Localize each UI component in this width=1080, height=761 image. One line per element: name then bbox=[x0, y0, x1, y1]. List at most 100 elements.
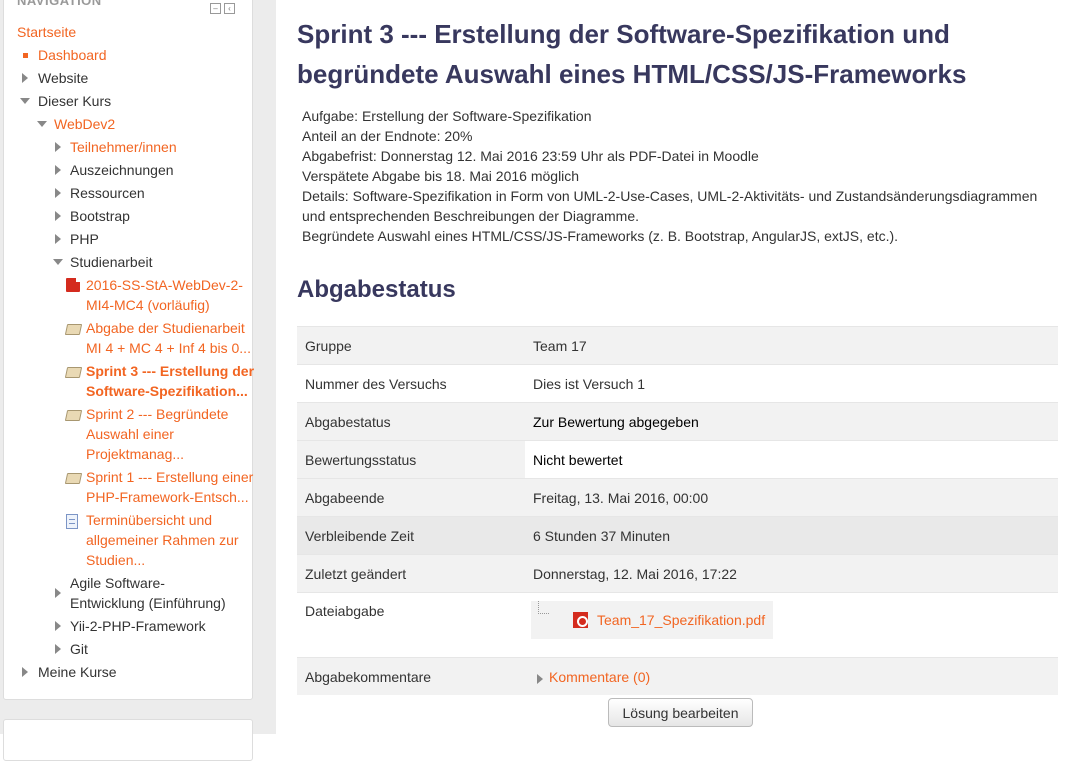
nav-sprint-2-line1: Sprint 2 --- Begründete bbox=[86, 406, 229, 422]
nav-studienarbeit[interactable]: Studienarbeit bbox=[70, 252, 153, 272]
expand-arrow-icon[interactable] bbox=[55, 211, 61, 221]
nav-sprint-1[interactable]: Sprint 1 --- Erstellung einer PHP-Framew… bbox=[86, 467, 253, 507]
edit-submission-button[interactable]: Lösung bearbeiten bbox=[608, 698, 753, 727]
expand-arrow-icon[interactable] bbox=[22, 667, 28, 677]
row-value: Team_17_Spezifikation.pdf bbox=[525, 592, 1058, 658]
navigation-header: NAVIGATION bbox=[17, 0, 102, 8]
nav-agile-software-line2: Entwicklung (Einführung) bbox=[70, 595, 226, 611]
collapse-icon[interactable]: ‹ bbox=[224, 3, 235, 14]
table-row: Zuletzt geändert Donnerstag, 12. Mai 201… bbox=[297, 554, 1058, 593]
comments-link[interactable]: Kommentare (0) bbox=[549, 669, 650, 685]
row-label: Verbleibende Zeit bbox=[297, 516, 525, 555]
expand-arrow-icon[interactable] bbox=[22, 73, 28, 83]
tree-connector bbox=[538, 601, 549, 614]
nav-sprint-2[interactable]: Sprint 2 --- Begründete Auswahl einer Pr… bbox=[86, 404, 228, 464]
table-row: Gruppe Team 17 bbox=[297, 326, 1058, 365]
expand-arrow-icon bbox=[537, 673, 543, 684]
row-label: Nummer des Versuchs bbox=[297, 364, 525, 403]
nav-schedule-overview-line2: allgemeiner Rahmen zur bbox=[86, 532, 239, 548]
nav-sprint-3-line2: Software-Spezifikation... bbox=[86, 383, 248, 399]
nav-yii-framework[interactable]: Yii-2-PHP-Framework bbox=[70, 616, 206, 636]
collapse-arrow-icon[interactable] bbox=[53, 259, 63, 265]
table-row: Abgabekommentare Kommentare (0) bbox=[297, 657, 1058, 695]
pdf-icon bbox=[66, 278, 80, 292]
row-value: Freitag, 13. Mai 2016, 00:00 bbox=[525, 478, 1058, 517]
submission-status-heading: Abgabestatus bbox=[297, 276, 456, 303]
nav-sprint-1-line1: Sprint 1 --- Erstellung einer bbox=[86, 469, 254, 485]
intro-line: Details: Software-Spezifikation in Form … bbox=[302, 188, 1038, 204]
row-label: Abgabekommentare bbox=[297, 657, 525, 695]
nav-sprint-3[interactable]: Sprint 3 --- Erstellung der Software-Spe… bbox=[86, 361, 254, 401]
dock-icon[interactable]: – bbox=[210, 3, 221, 14]
expand-arrow-icon[interactable] bbox=[55, 621, 61, 631]
nav-schedule-overview-line3: Studien... bbox=[86, 552, 146, 568]
collapse-arrow-icon[interactable] bbox=[37, 121, 47, 127]
nav-php[interactable]: PHP bbox=[70, 229, 99, 249]
table-row: Bewertungsstatus Nicht bewertet bbox=[297, 440, 1058, 479]
nav-git[interactable]: Git bbox=[70, 639, 88, 659]
row-value: Nicht bewertet bbox=[525, 440, 1058, 479]
nav-schedule-overview[interactable]: Terminübersicht und allgemeiner Rahmen z… bbox=[86, 510, 239, 570]
nav-assignment-submission[interactable]: Abgabe der Studienarbeit MI 4 + MC 4 + I… bbox=[86, 318, 251, 358]
nav-this-course[interactable]: Dieser Kurs bbox=[38, 91, 111, 111]
row-value: Team 17 bbox=[525, 326, 1058, 365]
nav-my-courses[interactable]: Meine Kurse bbox=[38, 662, 117, 682]
nav-home[interactable]: Startseite bbox=[17, 22, 76, 42]
nav-dashboard[interactable]: Dashboard bbox=[38, 45, 107, 65]
row-label: Zuletzt geändert bbox=[297, 554, 525, 593]
expand-arrow-icon[interactable] bbox=[55, 644, 61, 654]
nav-sprint-2-line3: Projektmanag... bbox=[86, 446, 185, 462]
nav-resources[interactable]: Ressourcen bbox=[70, 183, 145, 203]
nav-course-webdev2[interactable]: WebDev2 bbox=[54, 114, 115, 134]
table-row: Abgabestatus Zur Bewertung abgegeben bbox=[297, 402, 1058, 441]
nav-website[interactable]: Website bbox=[38, 68, 88, 88]
file-submission: Team_17_Spezifikation.pdf bbox=[531, 601, 774, 639]
block-controls: – ‹ bbox=[210, 0, 238, 16]
expand-arrow-icon[interactable] bbox=[55, 588, 61, 598]
nav-sprint-2-line2: Auswahl einer bbox=[86, 426, 174, 442]
bullet-icon bbox=[23, 53, 28, 58]
nav-assignment-submission-line1: Abgabe der Studienarbeit bbox=[86, 320, 245, 336]
collapse-arrow-icon[interactable] bbox=[20, 98, 30, 104]
nav-agile-software[interactable]: Agile Software- Entwicklung (Einführung) bbox=[70, 573, 226, 613]
assignment-icon bbox=[64, 324, 83, 335]
nav-resource-pdf[interactable]: 2016-SS-StA-WebDev-2- MI4-MC4 (vorläufig… bbox=[86, 275, 243, 315]
assignment-icon bbox=[64, 410, 83, 421]
intro-line: Verspätete Abgabe bis 18. Mai 2016 mögli… bbox=[302, 168, 580, 184]
nav-resource-pdf-line2: MI4-MC4 (vorläufig) bbox=[86, 297, 210, 313]
intro-line: und entsprechenden Beschreibungen der Di… bbox=[302, 208, 639, 224]
submission-status-table: Gruppe Team 17 Nummer des Versuchs Dies … bbox=[297, 326, 1058, 695]
row-value: 6 Stunden 37 Minuten bbox=[525, 516, 1058, 555]
assignment-description: Aufgabe: Erstellung der Software-Spezifi… bbox=[302, 106, 1062, 246]
table-row: Verbleibende Zeit 6 Stunden 37 Minuten bbox=[297, 516, 1058, 555]
nav-bootstrap[interactable]: Bootstrap bbox=[70, 206, 130, 226]
page-icon bbox=[66, 514, 78, 529]
row-value: Dies ist Versuch 1 bbox=[525, 364, 1058, 403]
intro-line: Abgabefrist: Donnerstag 12. Mai 2016 23:… bbox=[302, 148, 759, 164]
table-row: Nummer des Versuchs Dies ist Versuch 1 bbox=[297, 364, 1058, 403]
expand-arrow-icon[interactable] bbox=[55, 234, 61, 244]
comments-toggle[interactable]: Kommentare (0) bbox=[533, 669, 650, 685]
intro-line: Anteil an der Endnote: 20% bbox=[302, 128, 473, 144]
page-title: Sprint 3 --- Erstellung der Software-Spe… bbox=[297, 19, 967, 89]
row-value: Donnerstag, 12. Mai 2016, 17:22 bbox=[525, 554, 1058, 593]
assignment-icon bbox=[64, 367, 83, 378]
row-label: Abgabestatus bbox=[297, 402, 525, 441]
expand-arrow-icon[interactable] bbox=[55, 165, 61, 175]
expand-arrow-icon[interactable] bbox=[55, 142, 61, 152]
nav-agile-software-line1: Agile Software- bbox=[70, 575, 165, 591]
nav-participants[interactable]: Teilnehmer/innen bbox=[70, 137, 177, 157]
secondary-block bbox=[3, 719, 253, 761]
row-label: Gruppe bbox=[297, 326, 525, 365]
row-label: Dateiabgabe bbox=[297, 592, 525, 658]
intro-line: Aufgabe: Erstellung der Software-Spezifi… bbox=[302, 108, 592, 124]
intro-line: Begründete Auswahl eines HTML/CSS/JS-Fra… bbox=[302, 228, 899, 244]
row-label: Bewertungsstatus bbox=[297, 440, 525, 479]
expand-arrow-icon[interactable] bbox=[55, 188, 61, 198]
submitted-file-link[interactable]: Team_17_Spezifikation.pdf bbox=[597, 608, 765, 632]
nav-badges[interactable]: Auszeichnungen bbox=[70, 160, 174, 180]
assignment-icon bbox=[64, 473, 83, 484]
row-value: Kommentare (0) bbox=[525, 657, 1058, 695]
nav-sprint-3-line1: Sprint 3 --- Erstellung der bbox=[86, 363, 255, 379]
pdf-icon bbox=[573, 612, 588, 628]
